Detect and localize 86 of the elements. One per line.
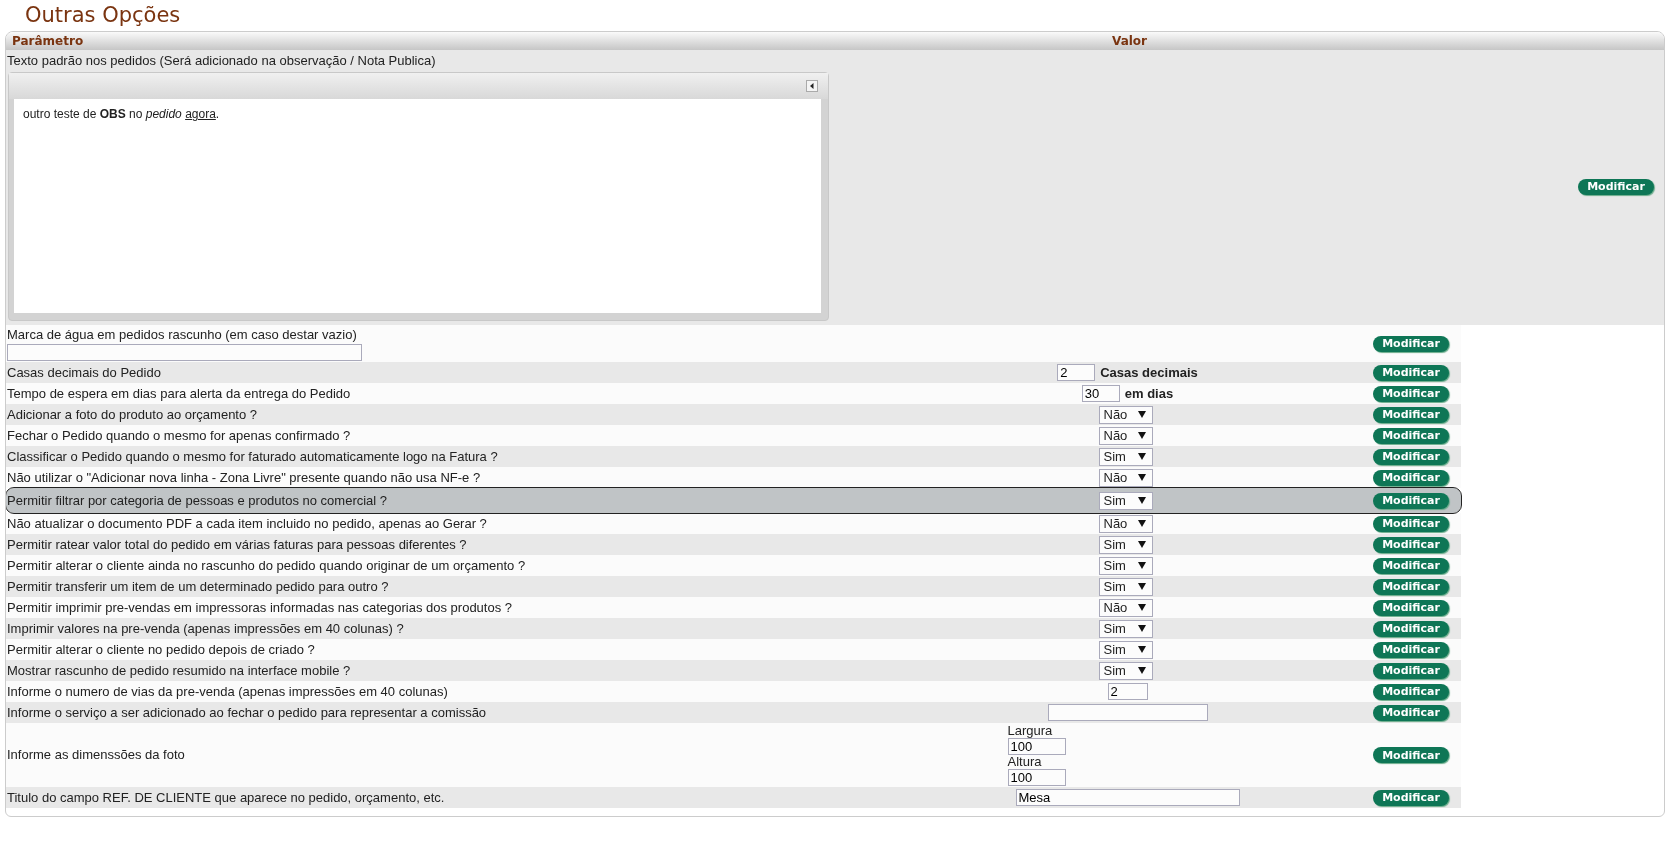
modify-button[interactable]: Modificar — [1373, 620, 1449, 637]
modify-button[interactable]: Modificar — [1373, 557, 1449, 574]
modify-button[interactable]: Modificar — [1373, 662, 1449, 679]
caret-icon — [1137, 497, 1146, 504]
input-field[interactable]: 100 — [1007, 738, 1066, 755]
caret-icon — [1137, 411, 1146, 418]
modify-button[interactable]: Modificar — [1373, 789, 1449, 806]
modify-button[interactable]: Modificar — [1373, 427, 1449, 444]
dropdown[interactable]: Não — [1098, 468, 1153, 487]
caret-icon — [1137, 541, 1146, 548]
field-label: Altura — [1007, 755, 1042, 769]
input-field[interactable]: 100 — [1007, 769, 1066, 786]
dropdown[interactable]: Não — [1098, 514, 1153, 533]
caret-icon — [1137, 453, 1146, 460]
modify-button[interactable]: Modificar — [1373, 406, 1449, 423]
parameter-label: Fechar o Pedido quando o mesmo for apenas confirmado ? — [7, 426, 352, 445]
dropdown[interactable]: Sim — [1098, 619, 1153, 638]
unit-label: em dias — [1124, 386, 1174, 401]
parameter-label: Permitir filtrar por categoria de pessoas e produtos no comercial ? — [7, 491, 389, 510]
collapse-icon[interactable] — [806, 80, 818, 92]
column-header: Valor — [1112, 34, 1147, 48]
parameter-label: Não utilizar o "Adicionar nova linha - Zona Livre" presente quando não usa NF-e ? — [7, 468, 482, 487]
text-editor[interactable]: outro teste de OBS no pedido agora. — [8, 72, 829, 321]
page-title: Outras Opções — [25, 3, 182, 27]
caret-icon — [1137, 583, 1146, 590]
caret-icon — [1137, 562, 1146, 569]
column-header: Parâmetro — [11, 34, 85, 48]
parameter-label: Permitir transferir um item de um determinado pedido para outro ? — [7, 577, 390, 596]
dropdown[interactable]: Sim — [1098, 577, 1153, 596]
number-field[interactable]: 2 — [1057, 364, 1096, 381]
modify-button[interactable]: Modificar — [1373, 704, 1449, 721]
modify-button[interactable]: Modificar — [1373, 599, 1449, 616]
dropdown[interactable]: Não — [1098, 426, 1153, 445]
parameter-label: Informe o serviço a ser adicionado ao fechar o pedido para representar a comissão — [7, 703, 488, 722]
dropdown[interactable]: Sim — [1098, 535, 1153, 554]
parameter-label: Permitir ratear valor total do pedido em várias faturas para pessoas diferentes ? — [7, 535, 468, 554]
dropdown[interactable]: Sim — [1098, 447, 1153, 466]
input-field[interactable]: 2 — [1107, 683, 1148, 700]
parameter-label: Casas decimais do Pedido — [7, 363, 162, 382]
dropdown[interactable]: Não — [1098, 405, 1153, 424]
modify-button[interactable]: Modificar — [1578, 178, 1654, 195]
modify-button[interactable]: Modificar — [1373, 469, 1449, 486]
parameter-label: Titulo do campo REF. DE CLIENTE que aparece no pedido, orçamento, etc. — [7, 788, 446, 807]
dropdown[interactable]: Sim — [1098, 640, 1153, 659]
caret-icon — [1137, 646, 1146, 653]
parameter-label: Mostrar rascunho de pedido resumido na interface mobile ? — [7, 661, 352, 680]
number-field[interactable]: 30 — [1081, 385, 1120, 402]
parameter-label: Não atualizar o documento PDF a cada item incluido no pedido, apenas ao Gerar ? — [7, 514, 488, 533]
caret-icon — [1137, 432, 1146, 439]
input-field[interactable]: Mesa — [1015, 789, 1240, 806]
unit-label: Casas decimais — [1100, 365, 1198, 380]
modify-button[interactable]: Modificar — [1373, 335, 1449, 352]
modify-button[interactable]: Modificar — [1373, 683, 1449, 700]
modify-button[interactable]: Modificar — [1373, 578, 1449, 595]
modify-button[interactable]: Modificar — [1373, 492, 1449, 509]
parameter-label: Imprimir valores na pre-venda (apenas impressões em 40 colunas) ? — [7, 619, 405, 638]
caret-icon — [1137, 520, 1146, 527]
modify-button[interactable]: Modificar — [1373, 536, 1449, 553]
input-field[interactable] — [7, 344, 362, 361]
modify-button[interactable]: Modificar — [1373, 641, 1449, 658]
modify-button[interactable]: Modificar — [1373, 385, 1449, 402]
caret-icon — [1137, 625, 1146, 632]
caret-icon — [1137, 667, 1146, 674]
modify-button[interactable]: Modificar — [1373, 515, 1449, 532]
field-label: Largura — [1007, 724, 1053, 738]
parameter-label: Classificar o Pedido quando o mesmo for faturado automaticamente logo na Fatura ? — [7, 447, 499, 466]
caret-icon — [1137, 604, 1146, 611]
parameter-label: Permitir alterar o cliente ainda no rascunho do pedido quando originar de um orçamento ? — [7, 556, 527, 575]
parameter-label: Adicionar a foto do produto ao orçamento ? — [7, 405, 259, 424]
editor-text: outro teste de OBS no pedido agora. — [23, 107, 221, 121]
parameter-label: Tempo de espera em dias para alerta da entrega do Pedido — [7, 384, 352, 403]
dropdown[interactable]: Sim — [1098, 556, 1153, 575]
modify-button[interactable]: Modificar — [1373, 448, 1449, 465]
caret-icon — [1137, 474, 1146, 481]
dropdown[interactable]: Sim — [1098, 661, 1153, 680]
modify-button[interactable]: Modificar — [1373, 364, 1449, 381]
parameter-label: Permitir alterar o cliente no pedido depois de criado ? — [7, 640, 316, 659]
parameter-label: Informe o numero de vias da pre-venda (apenas impressões em 40 colunas) — [7, 682, 449, 701]
dropdown[interactable]: Não — [1098, 598, 1153, 617]
dropdown[interactable]: Sim — [1098, 491, 1153, 510]
parameter-label: Permitir imprimir pre-vendas em impressoras informadas nas categorias dos produtos ? — [7, 598, 514, 617]
parameter-label: Informe as dimenssões da foto — [7, 746, 186, 764]
input-field[interactable] — [1047, 704, 1208, 721]
modify-button[interactable]: Modificar — [1373, 747, 1449, 763]
parameter-label: Marca de água em pedidos rascunho (em caso destar vazio) — [7, 326, 358, 344]
parameter-label: Texto padrão nos pedidos (Será adicionado na observação / Nota Publica) — [7, 52, 437, 70]
